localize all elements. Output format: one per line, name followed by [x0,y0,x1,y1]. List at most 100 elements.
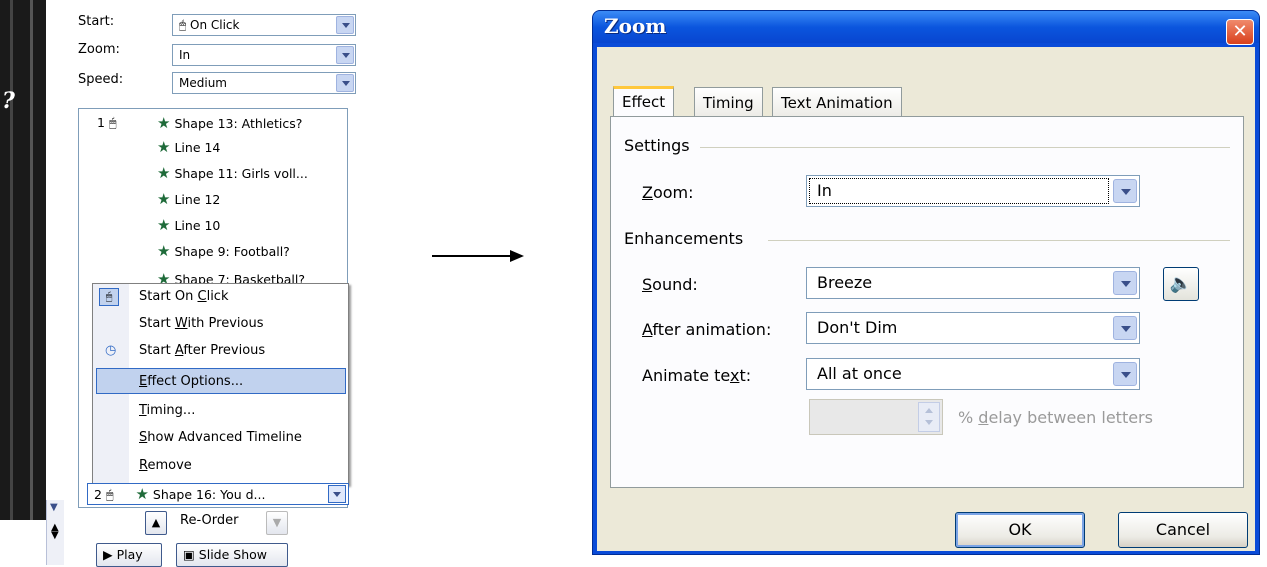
star-icon: ★ [157,190,171,208]
menu-item-effect-options[interactable]: Effect Options... [96,368,346,394]
menu-text: emove [147,458,192,473]
slide-question-mark: ? [2,88,15,114]
group-divider [768,240,1230,241]
menu-text: Start [139,343,175,358]
speaker-icon[interactable]: 🔈 [1163,267,1199,301]
tab-text-animation[interactable]: Text Animation [772,87,902,117]
chevron-down-icon[interactable] [336,46,354,64]
menu-item-start-after-previous[interactable]: ◷ Start After Previous [93,338,348,364]
tab-timing[interactable]: Timing [694,87,763,117]
move-up-icon[interactable]: ▲ ▼ [51,523,59,541]
menu-item-remove[interactable]: Remove [93,453,348,479]
start-value: On Click [190,18,240,32]
label-accel: S [642,275,653,294]
animate-text-value: All at once [817,364,902,383]
cancel-button[interactable]: Cancel [1118,512,1248,548]
menu-accel: T [139,403,147,418]
order-number: 2 [94,487,102,502]
zoom-dropdown[interactable]: In [172,44,356,66]
chevron-down-icon[interactable] [1113,179,1137,203]
close-icon[interactable]: ✕ [1226,19,1254,45]
list-item[interactable]: ★ Shape 9: Football? [157,241,290,261]
mouse-icon: 🖱 [105,487,114,502]
sound-field-label: Sound: [642,275,698,294]
ok-button[interactable]: OK [955,512,1085,548]
menu-text: lick [206,289,229,304]
move-down-icon[interactable]: ▼ [266,511,288,535]
delay-label: % delay between letters [958,408,1153,427]
move-up-icon[interactable]: ▲ [145,511,167,535]
label-text: elay between letters [988,408,1153,427]
menu-text: fter Previous [183,343,266,358]
list-item[interactable]: ★ Line 10 [157,215,220,235]
mouse-icon: 🖱 [99,288,119,306]
menu-text: Start On [139,289,198,304]
list-item-label: Line 12 [174,192,221,207]
list-item-label: Line 10 [174,218,221,233]
list-item[interactable]: ★ Line 12 [157,189,220,209]
list-item-label: Shape 9: Football? [174,244,290,259]
star-icon: ★ [157,216,171,234]
chevron-down-icon[interactable] [336,74,354,92]
chevron-down-icon[interactable] [1113,271,1137,295]
zoom-select[interactable]: In [806,175,1140,207]
star-icon: ★ [157,114,171,132]
arrow-shaft [432,255,512,257]
chevron-down-icon[interactable] [1113,316,1137,340]
label-text: % [958,408,979,427]
list-item-label: Shape 11: Girls voll... [174,166,308,181]
star-icon: ★ [135,485,149,503]
animate-text-select[interactable]: All at once [806,358,1140,390]
arrow-right-icon [510,250,524,262]
play-label: Play [116,547,143,562]
delay-spinner[interactable] [809,399,943,435]
chevron-down-icon[interactable] [328,485,346,503]
list-item[interactable]: ★ Shape 7: Basketball? [157,269,305,283]
order-number: 1 [97,115,105,130]
menu-item-show-advanced-timeline[interactable]: Show Advanced Timeline [93,425,348,451]
menu-item-timing[interactable]: Timing... [93,398,348,424]
label-accel: A [642,320,653,339]
list-item-label: Shape 16: You d... [152,487,266,502]
chevron-down-icon[interactable] [1113,362,1137,386]
list-item[interactable]: ★ Shape 11: Girls voll... [157,163,308,183]
label-text: Animate te [642,366,730,385]
after-animation-field-label: After animation: [642,320,771,339]
chevron-down-icon[interactable] [336,16,354,34]
slide-show-button[interactable]: ▣ Slide Show [176,543,288,567]
pane-scrollbar[interactable]: ▼ ▲ ▼ [46,500,64,565]
list-item-label: Line 14 [174,140,221,155]
menu-item-start-on-click[interactable]: 🖱 Start On Click [93,284,348,310]
list-item[interactable]: ★ Shape 13: Athletics? [157,113,302,133]
dialog-titlebar[interactable] [593,11,1259,43]
slideshow-icon: ▣ [183,547,199,562]
play-button[interactable]: ▶ Play [96,543,162,567]
speed-dropdown[interactable]: Medium [172,72,356,94]
clock-icon: ◷ [105,343,117,358]
tab-effect[interactable]: Effect [613,86,675,118]
speed-value: Medium [179,76,227,90]
sound-select-value: Breeze [817,273,873,292]
selected-list-item[interactable]: 2 🖱 ★ Shape 16: You d... [87,483,349,505]
strip-divider [30,0,33,520]
after-animation-select[interactable]: Don't Dim [806,312,1140,344]
list-item[interactable]: 1 🖱 [97,113,116,133]
menu-item-start-with-previous[interactable]: Start With Previous [93,311,348,337]
settings-group-label: Settings [624,136,698,155]
mouse-icon: 🖱 [108,115,117,130]
star-icon: ★ [157,270,171,283]
list-item-label: Shape 7: Basketball? [174,272,306,283]
start-dropdown[interactable]: 🖱 On Click [172,14,356,36]
group-divider [700,147,1230,148]
focus-rect [809,178,1109,204]
menu-text: how Advanced Timeline [147,430,302,445]
strip-divider [10,0,13,520]
menu-text: ffect Options... [147,374,244,389]
list-item[interactable]: ★ Line 14 [157,137,220,157]
menu-accel: E [139,374,148,389]
spinner-arrows-icon[interactable] [918,402,940,432]
menu-accel: W [174,316,188,331]
menu-text: ith Previous [187,316,264,331]
chevron-down-icon[interactable]: ▼ [50,502,58,513]
sound-select[interactable]: Breeze [806,267,1140,299]
